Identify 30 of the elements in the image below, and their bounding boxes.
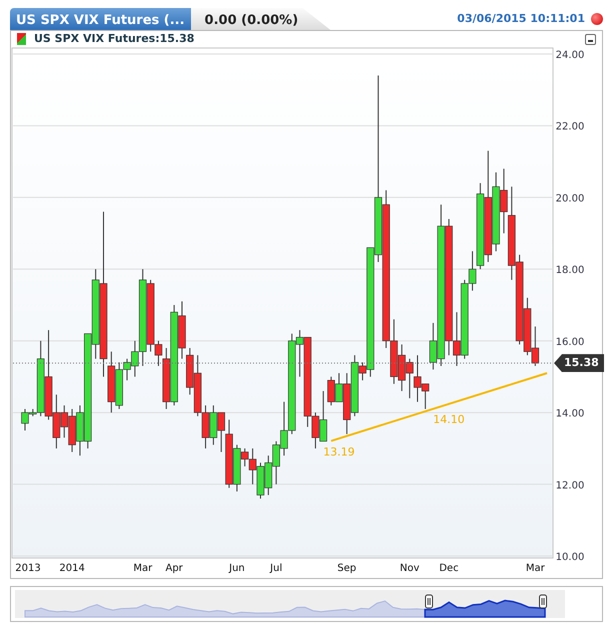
axis-label: 10.00 [556, 552, 584, 563]
minimize-button[interactable] [585, 34, 596, 44]
legend-label: US SPX VIX Futures:15.38 [34, 30, 194, 47]
axis-label: 16.00 [556, 336, 584, 348]
axis-label: Jun [229, 563, 245, 574]
axis-label: Nov [400, 563, 420, 574]
axis-label: Dec [439, 563, 459, 574]
axis-label: Jul [270, 563, 282, 574]
axis-label: 12.00 [556, 480, 584, 492]
axis-label: 24.00 [556, 50, 584, 61]
axis-label: Mar [133, 563, 152, 574]
price-change: 0.00 (0.00%) [190, 8, 331, 30]
axis-label: Apr [166, 563, 183, 574]
axis-label: 22.00 [556, 122, 584, 133]
range-handle[interactable] [425, 594, 433, 608]
legend-icon [17, 33, 26, 45]
axis-label: 18.00 [556, 265, 584, 276]
axis-label: 2014 [59, 563, 85, 574]
tab-title[interactable]: US SPX VIX Futures (... [10, 8, 191, 30]
axis-label: 14.00 [556, 408, 584, 420]
axis-label: Sep [337, 563, 356, 574]
price-tag: 15.38 [554, 354, 604, 372]
range-handle[interactable] [539, 594, 547, 608]
annotation-label: 14.10 [433, 412, 465, 426]
annotation-label: 13.19 [323, 446, 355, 459]
live-indicator-icon [591, 13, 603, 25]
axis-label: 20.00 [556, 193, 584, 204]
axis-label: 2013 [15, 563, 41, 574]
timestamp: 03/06/2015 10:11:01 [457, 10, 585, 27]
axis-label: Mar [526, 563, 545, 574]
